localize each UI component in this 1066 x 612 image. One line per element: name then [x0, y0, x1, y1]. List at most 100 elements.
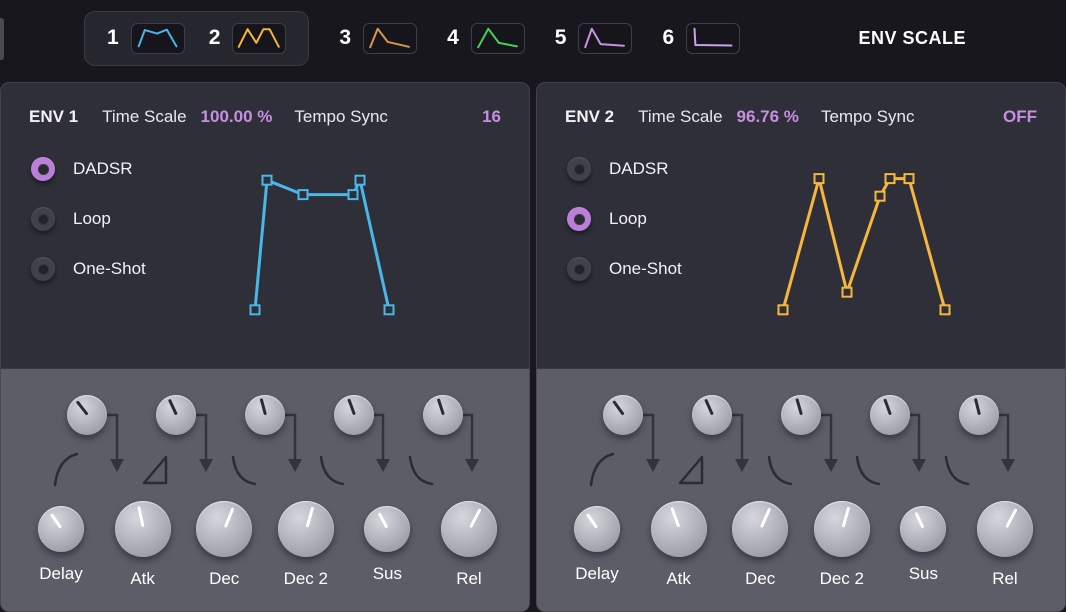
- env-curve-icon: [232, 23, 286, 54]
- knob-label: Rel: [456, 569, 482, 589]
- stage-knob-group: Dec: [184, 501, 264, 589]
- mode-label: DADSR: [73, 159, 133, 179]
- knob-rel[interactable]: [441, 501, 497, 557]
- stage-knob-group: Delay: [21, 501, 101, 589]
- stage-knob-group: Dec: [720, 501, 800, 589]
- slope-knob[interactable]: [245, 395, 285, 435]
- slope-knob[interactable]: [334, 395, 374, 435]
- env1-upper-section: ENV 1 Time Scale 100.00 % Tempo Sync 16 …: [0, 82, 530, 368]
- env1-panel: ENV 1 Time Scale 100.00 % Tempo Sync 16 …: [0, 82, 530, 612]
- slope-control-group: [668, 395, 757, 499]
- tempo-sync-value[interactable]: OFF: [1003, 107, 1037, 127]
- env1-body: DADSR Loop One-Shot: [1, 127, 529, 321]
- tab-number: 2: [209, 26, 221, 50]
- slope-control-group: [845, 395, 934, 499]
- left-edge-divider: [0, 18, 4, 60]
- env2-panel: ENV 2 Time Scale 96.76 % Tempo Sync OFF …: [536, 82, 1066, 612]
- tempo-sync-label: Tempo Sync: [821, 107, 915, 127]
- mode-label: DADSR: [609, 159, 669, 179]
- knob-sus[interactable]: [900, 506, 946, 552]
- knob-dec-2[interactable]: [278, 501, 334, 557]
- slope-knob[interactable]: [423, 395, 463, 435]
- knob-label: Sus: [909, 564, 938, 584]
- envelope-panels: ENV 1 Time Scale 100.00 % Tempo Sync 16 …: [0, 76, 1066, 612]
- slope-control-group: [43, 395, 132, 499]
- knob-delay[interactable]: [38, 506, 84, 552]
- stage-knob-group: Sus: [883, 501, 963, 589]
- slope-control-group: [132, 395, 221, 499]
- slope-knob[interactable]: [603, 395, 643, 435]
- time-scale-value[interactable]: 100.00 %: [201, 107, 273, 127]
- knob-label: Atk: [666, 569, 691, 589]
- env-scale-label: ENV SCALE: [858, 28, 966, 49]
- env1-mode-list: DADSR Loop One-Shot: [31, 157, 219, 321]
- mode-option-loop[interactable]: Loop: [567, 207, 755, 231]
- knob-label: Dec: [209, 569, 239, 589]
- env-tab-5[interactable]: 5: [555, 23, 633, 54]
- mode-option-one-shot[interactable]: One-Shot: [31, 257, 219, 281]
- radio-indicator: [567, 207, 591, 231]
- panel-title: ENV 1: [29, 107, 78, 127]
- env-tab-1[interactable]: 1: [107, 23, 185, 54]
- env2-mode-list: DADSR Loop One-Shot: [567, 157, 755, 321]
- mode-option-one-shot[interactable]: One-Shot: [567, 257, 755, 281]
- knob-atk[interactable]: [115, 501, 171, 557]
- knob-label: Sus: [373, 564, 402, 584]
- env2-header: ENV 2 Time Scale 96.76 % Tempo Sync OFF: [537, 83, 1065, 127]
- slope-knob[interactable]: [67, 395, 107, 435]
- env-tab-3[interactable]: 3: [339, 23, 417, 54]
- knob-rel[interactable]: [977, 501, 1033, 557]
- env2-upper-section: ENV 2 Time Scale 96.76 % Tempo Sync OFF …: [536, 82, 1066, 368]
- tempo-sync-label: Tempo Sync: [294, 107, 388, 127]
- slope-knob[interactable]: [692, 395, 732, 435]
- radio-indicator: [567, 257, 591, 281]
- radio-indicator: [31, 157, 55, 181]
- env-curve-icon: [131, 23, 185, 54]
- radio-indicator: [31, 207, 55, 231]
- knob-label: Atk: [130, 569, 155, 589]
- env-curve-icon: [471, 23, 525, 54]
- slope-knob[interactable]: [959, 395, 999, 435]
- env2-body: DADSR Loop One-Shot: [537, 127, 1065, 321]
- slope-knob[interactable]: [870, 395, 910, 435]
- envelope-display[interactable]: [229, 161, 429, 321]
- radio-indicator: [31, 257, 55, 281]
- panel-title: ENV 2: [565, 107, 614, 127]
- tab-number: 5: [555, 26, 567, 50]
- env-tab-list: 3 4 5 6: [339, 23, 740, 54]
- knob-label: Dec 2: [284, 569, 328, 589]
- envelope-display[interactable]: [765, 161, 965, 321]
- stage-knob-group: Rel: [965, 501, 1045, 589]
- tempo-sync-value[interactable]: 16: [482, 107, 501, 127]
- knob-atk[interactable]: [651, 501, 707, 557]
- mode-option-loop[interactable]: Loop: [31, 207, 219, 231]
- mode-option-dadsr[interactable]: DADSR: [31, 157, 219, 181]
- knob-dec-2[interactable]: [814, 501, 870, 557]
- mode-option-dadsr[interactable]: DADSR: [567, 157, 755, 181]
- stage-knob-group: Sus: [347, 501, 427, 589]
- slope-knob[interactable]: [156, 395, 196, 435]
- env-tab-6[interactable]: 6: [662, 23, 740, 54]
- knob-delay[interactable]: [574, 506, 620, 552]
- env2-knob-section: DelayAtkDecDec 2SusRel: [536, 368, 1066, 612]
- tab-number: 4: [447, 26, 459, 50]
- time-scale-label: Time Scale: [102, 107, 186, 127]
- knob-dec[interactable]: [196, 501, 252, 557]
- env-tab-4[interactable]: 4: [447, 23, 525, 54]
- env-tab-2[interactable]: 2: [209, 23, 287, 54]
- slope-control-group: [757, 395, 846, 499]
- env1-knob-section: Delay Atk Dec Dec 2 Sus Rel: [0, 368, 530, 612]
- stage-knob-group: Atk: [639, 501, 719, 589]
- mode-label: One-Shot: [609, 259, 682, 279]
- slope-control-group: [221, 395, 310, 499]
- knob-dec[interactable]: [732, 501, 788, 557]
- time-scale-label: Time Scale: [638, 107, 722, 127]
- knob-label: Dec: [745, 569, 775, 589]
- stage-knob-group: Delay: [557, 501, 637, 589]
- slope-control-group: [934, 395, 1023, 499]
- stage-knob-row: Delay Atk Dec Dec 2 Sus Rel: [17, 501, 513, 589]
- knob-sus[interactable]: [364, 506, 410, 552]
- time-scale-value[interactable]: 96.76 %: [737, 107, 799, 127]
- slope-knob[interactable]: [781, 395, 821, 435]
- env-curve-icon: [363, 23, 417, 54]
